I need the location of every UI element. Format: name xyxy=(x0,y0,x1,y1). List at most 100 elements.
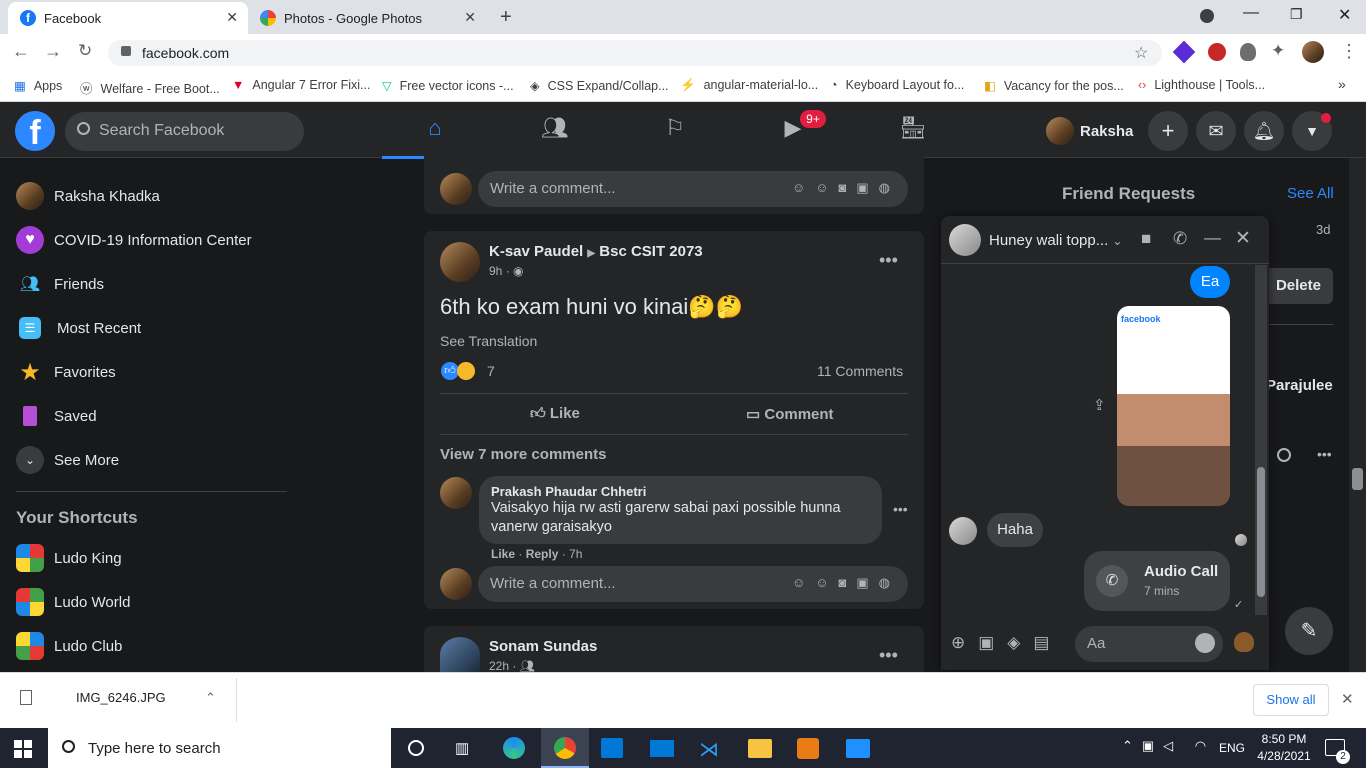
notifications-bell-icon[interactable]: 🔔︎ xyxy=(1244,111,1284,151)
windows-start-icon[interactable] xyxy=(14,740,32,758)
edge-icon[interactable] xyxy=(503,737,525,759)
app-icon[interactable] xyxy=(846,739,870,758)
tab-google-photos[interactable]: Photos - Google Photos ✕ xyxy=(250,2,486,34)
chrome-taskbar-button[interactable] xyxy=(541,728,589,768)
video-call-icon[interactable]: ■ xyxy=(1141,229,1151,249)
extension-icon[interactable] xyxy=(1240,43,1256,61)
close-tab-icon[interactable]: ✕ xyxy=(464,9,476,26)
commenter-avatar[interactable] xyxy=(440,477,472,509)
close-tab-icon[interactable]: ✕ xyxy=(226,9,238,26)
profile-avatar[interactable] xyxy=(1302,41,1324,63)
bookmark-apps[interactable]: ▦ Apps xyxy=(14,78,62,93)
download-item[interactable]: IMG_6246.JPG xyxy=(20,690,166,705)
view-more-comments-link[interactable]: View 7 more comments xyxy=(440,446,606,463)
chat-input-actions[interactable]: ⊕▣◈▤ xyxy=(951,633,1062,653)
create-plus-icon[interactable]: + xyxy=(1148,111,1188,151)
comment-input[interactable]: Write a comment... ☺☺◙▣◍ xyxy=(478,171,908,207)
bookmark-item[interactable]: ⓦ Welfare - Free Boot... xyxy=(80,78,220,97)
post-author[interactable]: Sonam Sundas xyxy=(489,638,597,655)
store-icon[interactable] xyxy=(601,738,623,758)
chat-contact-name[interactable]: Huney wali topp... ⌄ xyxy=(989,232,1122,249)
comment-like-link[interactable]: Like xyxy=(491,547,515,561)
extension-icon[interactable] xyxy=(1208,43,1226,61)
sidebar-item-covid[interactable]: ♥ COVID-19 Information Center xyxy=(16,222,252,258)
comment-reply-link[interactable]: Reply xyxy=(526,547,559,561)
marketplace-icon[interactable]: 🏪︎ xyxy=(893,115,933,147)
facebook-logo[interactable]: f xyxy=(15,111,55,152)
sidebar-item-saved[interactable]: Saved xyxy=(16,398,97,434)
shared-image-thumbnail[interactable]: facebook xyxy=(1117,306,1230,506)
post-options-icon[interactable]: ••• xyxy=(879,250,898,271)
contacts-options-icon[interactable]: ••• xyxy=(1317,446,1332,462)
comments-count-link[interactable]: 11 Comments xyxy=(817,363,903,379)
clock[interactable]: 8:50 PM 4/28/2021 xyxy=(1254,731,1314,765)
chevron-up-icon[interactable]: ⌃ xyxy=(205,690,216,706)
file-explorer-icon[interactable] xyxy=(748,739,772,758)
restore-window-icon[interactable]: ❐ xyxy=(1290,6,1303,23)
friends-icon[interactable]: 👥︎ xyxy=(535,115,575,147)
post-time[interactable]: 9h xyxy=(489,264,502,278)
chat-scrollbar-thumb[interactable] xyxy=(1257,467,1265,597)
home-icon[interactable]: ⌂ xyxy=(415,115,455,147)
bookmark-item[interactable]: ◧ Vacancy for the pos... xyxy=(984,78,1124,93)
system-tray-icons[interactable]: ⌃▣◁ ◠ xyxy=(1122,738,1215,754)
new-tab-button[interactable]: + xyxy=(500,6,512,29)
reactions-summary[interactable]: 👍︎ 7 xyxy=(441,362,495,380)
shortcut-ludo-king[interactable]: Ludo King xyxy=(16,540,122,576)
shortcut-ludo-club[interactable]: Ludo Club xyxy=(16,628,122,664)
vscode-icon[interactable]: ⋊ xyxy=(699,737,719,762)
sidebar-item-profile[interactable]: Raksha Khadka xyxy=(16,178,160,214)
chrome-menu-icon[interactable]: ⋮ xyxy=(1340,41,1358,62)
post-author-avatar[interactable] xyxy=(440,637,480,672)
post-author-avatar[interactable] xyxy=(440,242,480,282)
like-button[interactable]: 👍︎ Like xyxy=(530,405,580,423)
share-icon[interactable]: ⇪ xyxy=(1093,396,1106,414)
contact-name[interactable]: Parajulee xyxy=(1266,377,1333,394)
mail-icon[interactable] xyxy=(650,740,674,757)
sidebar-item-most-recent[interactable]: ☰ Most Recent xyxy=(16,310,141,346)
profile-chip[interactable]: Raksha xyxy=(1046,116,1133,146)
audio-call-message[interactable]: ✆ Audio Call 7 mins xyxy=(1084,551,1230,611)
page-scrollbar[interactable] xyxy=(1349,158,1366,672)
cortana-icon[interactable] xyxy=(408,740,424,756)
address-bar[interactable]: facebook.com ☆ xyxy=(108,40,1162,66)
tab-facebook[interactable]: f Facebook ✕ xyxy=(8,2,248,34)
post-options-icon[interactable]: ••• xyxy=(879,645,898,666)
bookmark-item[interactable]: ◔ Keyboard Layout fo... xyxy=(830,78,964,92)
chat-contact-avatar[interactable] xyxy=(949,224,981,256)
comment-options-icon[interactable]: ••• xyxy=(893,501,908,517)
task-view-icon[interactable]: ▥ xyxy=(455,739,469,757)
extensions-puzzle-icon[interactable]: ✦ xyxy=(1271,41,1285,61)
tab-search-icon[interactable] xyxy=(1200,9,1214,23)
minimize-window-icon[interactable]: — xyxy=(1243,4,1259,22)
quick-reaction-icon[interactable] xyxy=(1234,632,1254,652)
see-all-link[interactable]: See All xyxy=(1287,185,1334,202)
minimize-chat-icon[interactable]: — xyxy=(1204,228,1221,248)
show-all-downloads-button[interactable]: Show all xyxy=(1253,684,1329,716)
see-translation-link[interactable]: See Translation xyxy=(440,333,537,349)
comment-tool-icons[interactable]: ☺☺◙▣◍ xyxy=(792,180,900,196)
comment-time[interactable]: 7h xyxy=(569,547,582,561)
pages-flag-icon[interactable]: ⚐ xyxy=(655,115,695,147)
message-input[interactable]: Aa xyxy=(1075,626,1223,662)
close-window-icon[interactable]: ✕ xyxy=(1338,5,1351,25)
post-author[interactable]: K-sav Paudel xyxy=(489,243,583,260)
more-bookmarks-icon[interactable]: » xyxy=(1338,76,1346,92)
forward-arrow-icon[interactable]: → xyxy=(44,41,62,62)
comment-author[interactable]: Prakash Phaudar Chhetri xyxy=(491,484,870,499)
phone-call-icon[interactable]: ✆ xyxy=(1173,229,1187,249)
sidebar-item-see-more[interactable]: ⌄ See More xyxy=(16,442,119,478)
messenger-icon[interactable]: ✉ xyxy=(1196,111,1236,151)
search-input[interactable]: Search Facebook xyxy=(65,112,304,151)
media-player-icon[interactable] xyxy=(797,738,819,759)
bookmark-item[interactable]: ▼ Angular 7 Error Fixi... xyxy=(232,78,370,92)
close-chat-icon[interactable]: ✕ xyxy=(1235,227,1251,250)
bookmark-item[interactable]: ⚡ angular-material-lo... xyxy=(680,78,818,93)
reload-icon[interactable]: ↻ xyxy=(78,41,92,61)
sidebar-item-friends[interactable]: 👥︎ Friends xyxy=(16,266,104,302)
bookmark-star-icon[interactable]: ☆ xyxy=(1134,43,1148,63)
bookmark-item[interactable]: ▽ Free vector icons -... xyxy=(382,78,514,93)
comment-button[interactable]: ▭ Comment xyxy=(746,405,834,423)
back-arrow-icon[interactable]: ← xyxy=(12,41,30,62)
page-scrollbar-thumb[interactable] xyxy=(1352,468,1363,490)
